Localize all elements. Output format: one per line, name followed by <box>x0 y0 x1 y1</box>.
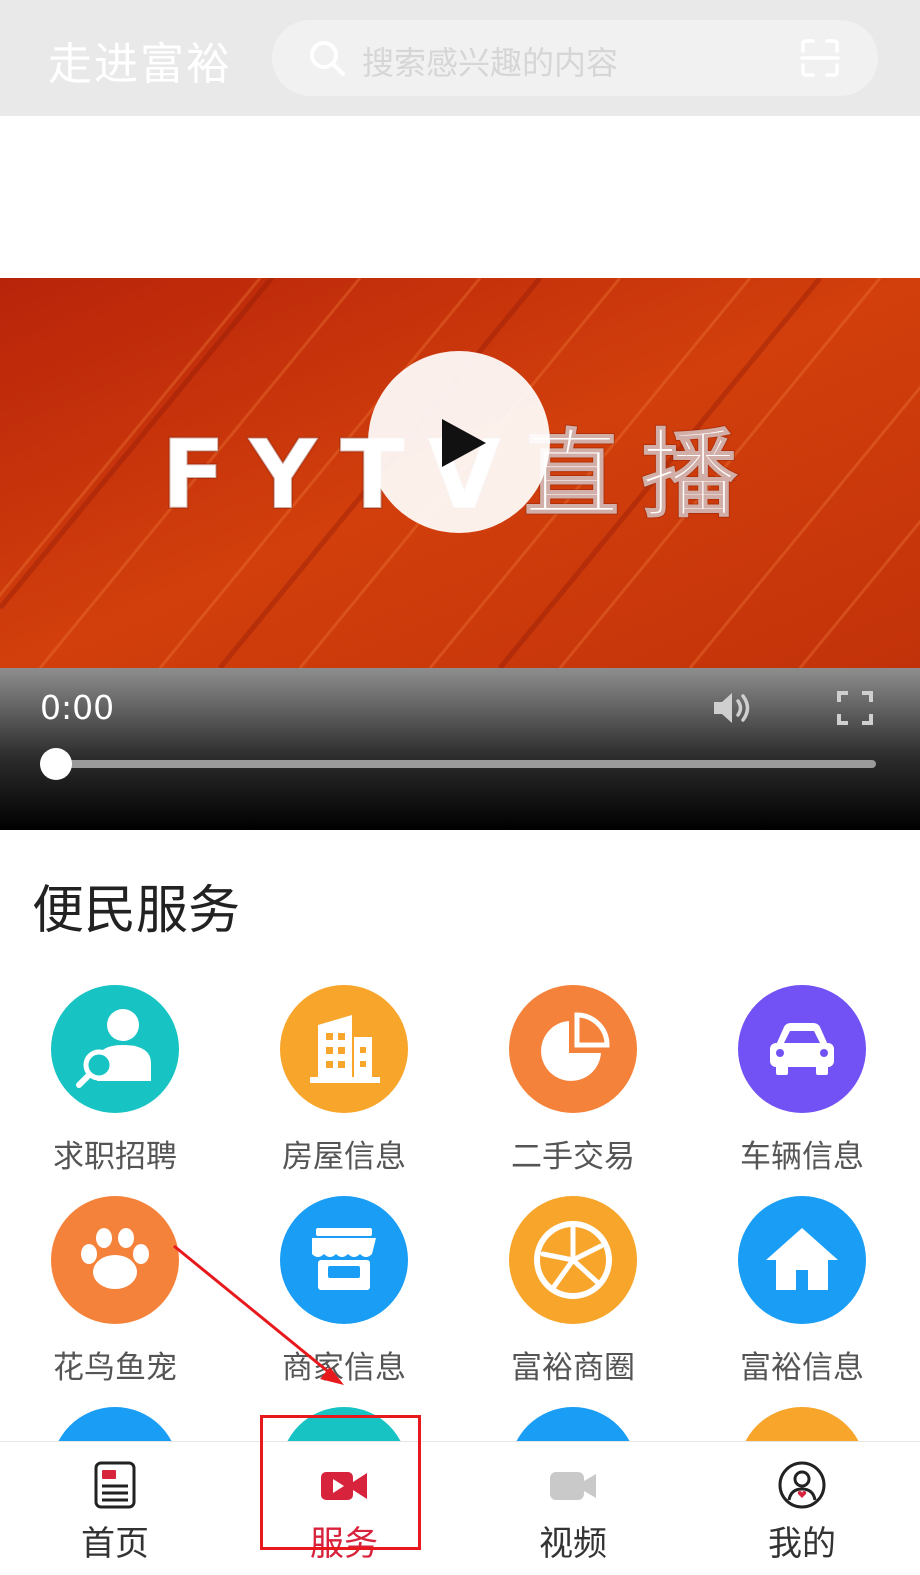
annotation-highlight-box <box>260 1415 421 1550</box>
annotation-arrow <box>173 1244 344 1385</box>
